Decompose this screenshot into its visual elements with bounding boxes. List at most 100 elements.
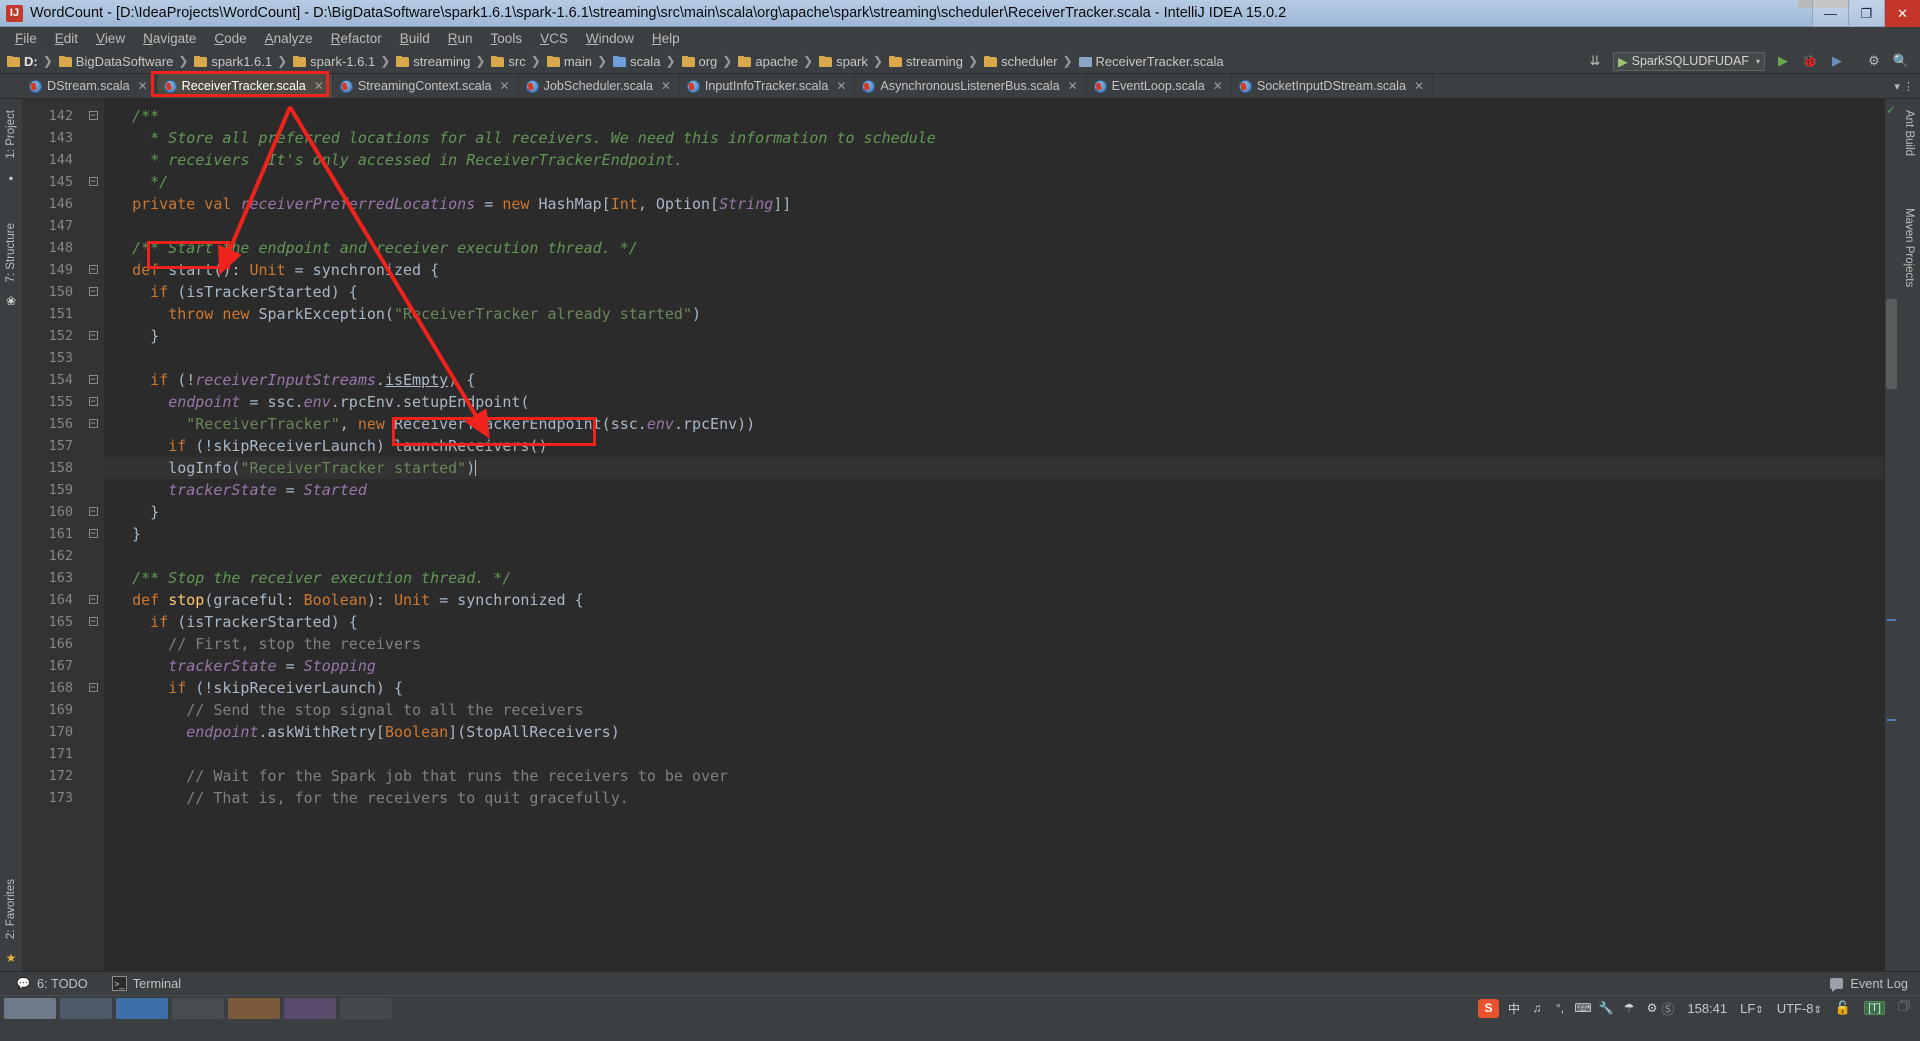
code-line[interactable]: if (isTrackerStarted) { <box>104 611 1884 633</box>
fold-collapse-icon[interactable]: − <box>88 594 98 604</box>
close-icon[interactable]: ✕ <box>836 79 846 93</box>
breadcrumb-main[interactable]: main ❯ <box>546 54 613 69</box>
menu-item-edit[interactable]: Edit <box>46 29 87 48</box>
code-line[interactable]: */ <box>104 171 1884 193</box>
menu-item-view[interactable]: View <box>87 29 134 48</box>
memory-indicator-icon[interactable]: 🗇 <box>1898 997 1910 1019</box>
code-line[interactable]: // That is, for the receivers to quit gr… <box>104 787 1884 809</box>
fold-marker[interactable]: − <box>82 325 104 347</box>
code-line[interactable]: } <box>104 501 1884 523</box>
fold-marker[interactable]: − <box>82 677 104 699</box>
code-line[interactable]: } <box>104 325 1884 347</box>
close-icon[interactable]: ✕ <box>314 79 324 93</box>
ime-toolbox-icon[interactable]: 🔧 <box>1598 1001 1614 1016</box>
editor-scrollbar[interactable]: ✓ <box>1884 99 1898 971</box>
menu-item-window[interactable]: Window <box>577 29 643 48</box>
fold-marker[interactable]: − <box>82 171 104 193</box>
taskbar-app-2[interactable] <box>116 997 168 1019</box>
code-line[interactable]: // Wait for the Spark job that runs the … <box>104 765 1884 787</box>
sogou-ime-icon[interactable]: S <box>1478 998 1499 1018</box>
close-icon[interactable]: ✕ <box>1068 79 1078 93</box>
menu-item-file[interactable]: File <box>6 29 46 48</box>
code-line[interactable]: /** Start the endpoint and receiver exec… <box>104 237 1884 259</box>
tabbar-overflow[interactable]: ▾ ⋮ <box>1894 74 1920 98</box>
taskbar-app-3[interactable] <box>172 997 224 1019</box>
ime-punctuation-icon[interactable]: °, <box>1552 1001 1568 1016</box>
run-icon[interactable]: ▶ <box>1774 52 1792 70</box>
fold-end-icon[interactable]: − <box>88 176 98 186</box>
module-icon[interactable]: ▪ <box>3 170 19 186</box>
menu-item-analyze[interactable]: Analyze <box>256 29 322 48</box>
breadcrumb-spark[interactable]: spark ❯ <box>819 54 889 69</box>
breadcrumb-spark161[interactable]: spark-1.6.1 ❯ <box>293 54 396 69</box>
breadcrumb-scala[interactable]: scala ❯ <box>613 54 681 69</box>
caret-position[interactable]: 158:41 <box>1687 1001 1727 1016</box>
code-line[interactable] <box>104 347 1884 369</box>
code-line[interactable]: trackerState = Started <box>104 479 1884 501</box>
fold-collapse-icon[interactable]: − <box>88 682 98 692</box>
scrollbar-thumb[interactable] <box>1886 299 1897 389</box>
coverage-icon[interactable]: ▶ <box>1828 52 1846 70</box>
breadcrumb-scheduler[interactable]: scheduler ❯ <box>984 54 1078 69</box>
code-line[interactable]: // Send the stop signal to all the recei… <box>104 699 1884 721</box>
debug-icon[interactable]: 🐞 <box>1801 52 1819 70</box>
menu-item-vcs[interactable]: VCS <box>531 29 577 48</box>
update-project-icon[interactable]: ⇊ <box>1586 52 1604 70</box>
settings-icon[interactable]: ⚙ <box>1865 52 1883 70</box>
code-line[interactable]: if (!skipReceiverLaunch) { <box>104 677 1884 699</box>
start-button[interactable] <box>4 997 56 1019</box>
fold-collapse-icon[interactable]: − <box>88 264 98 274</box>
fold-marker[interactable]: − <box>82 281 104 303</box>
sidebar-item-favorites[interactable]: 2: Favorites <box>2 873 20 945</box>
fold-end-icon[interactable]: − <box>88 506 98 516</box>
breadcrumb-bigdatasoftware[interactable]: BigDataSoftware ❯ <box>58 54 195 69</box>
ime-language-icon[interactable]: 中 <box>1506 1001 1522 1016</box>
fold-end-icon[interactable]: − <box>88 528 98 538</box>
close-icon[interactable]: ✕ <box>661 79 671 93</box>
editor-tab-asynchronouslistenerbusscala[interactable]: AsynchronousListenerBus.scala ✕ <box>855 74 1087 98</box>
fold-collapse-icon[interactable]: − <box>88 616 98 626</box>
close-icon[interactable]: ✕ <box>1414 79 1424 93</box>
taskbar-app-4[interactable] <box>228 997 280 1019</box>
taskbar-app-5[interactable] <box>284 997 336 1019</box>
code-line[interactable] <box>104 743 1884 765</box>
menu-item-run[interactable]: Run <box>439 29 482 48</box>
sidebar-item-structure[interactable]: 7: Structure <box>2 217 20 288</box>
breadcrumb-receivertrackerscala[interactable]: ReceiverTracker.scala <box>1078 54 1226 69</box>
fold-end-icon[interactable]: − <box>88 330 98 340</box>
fold-collapse-icon[interactable]: − <box>88 374 98 384</box>
code-line[interactable]: endpoint.askWithRetry[Boolean](StopAllRe… <box>104 721 1884 743</box>
minimize-button[interactable]: — <box>1812 0 1848 27</box>
breadcrumb-apache[interactable]: apache ❯ <box>738 54 819 69</box>
code-line[interactable]: if (isTrackerStarted) { <box>104 281 1884 303</box>
tool-window-event-log-label[interactable]: Event Log <box>1850 976 1908 991</box>
structure-tree-icon[interactable]: ❀ <box>3 293 19 309</box>
fold-marker[interactable]: − <box>82 413 104 435</box>
fold-collapse-icon[interactable]: − <box>88 286 98 296</box>
code-line[interactable]: if (!receiverInputStreams.isEmpty) { <box>104 369 1884 391</box>
fold-collapse-icon[interactable]: − <box>88 110 98 120</box>
search-icon[interactable]: 🔍 <box>1892 52 1910 70</box>
maximize-button[interactable]: ❐ <box>1848 0 1884 27</box>
code-line[interactable]: * Store all preferred locations for all … <box>104 127 1884 149</box>
code-line[interactable]: def stop(graceful: Boolean): Unit = sync… <box>104 589 1884 611</box>
menu-item-help[interactable]: Help <box>643 29 689 48</box>
code-line[interactable]: if (!skipReceiverLaunch) launchReceivers… <box>104 435 1884 457</box>
code-line[interactable]: logInfo("ReceiverTracker started") <box>104 457 1884 479</box>
code-line[interactable]: def start(): Unit = synchronized { <box>104 259 1884 281</box>
fold-marker[interactable]: − <box>82 589 104 611</box>
fold-marker[interactable]: − <box>82 259 104 281</box>
menu-item-refactor[interactable]: Refactor <box>322 29 391 48</box>
code-content[interactable]: /** * Store all preferred locations for … <box>104 99 1884 971</box>
t-badge[interactable]: [T] <box>1864 1001 1885 1015</box>
code-line[interactable]: trackerState = Stopping <box>104 655 1884 677</box>
ime-mode-icon[interactable]: ♫ <box>1529 1001 1545 1016</box>
sidebar-item-project[interactable]: 1: Project <box>2 104 20 165</box>
code-line[interactable]: private val receiverPreferredLocations =… <box>104 193 1884 215</box>
editor-tab-inputinfotrackerscala[interactable]: InputInfoTracker.scala ✕ <box>680 74 856 98</box>
menu-item-build[interactable]: Build <box>391 29 439 48</box>
ime-umbrella-icon[interactable]: ☂ <box>1621 1001 1637 1016</box>
close-icon[interactable]: ✕ <box>138 79 148 93</box>
breadcrumb-streaming[interactable]: streaming ❯ <box>888 54 984 69</box>
lock-icon[interactable]: 🔓 <box>1835 1000 1851 1016</box>
